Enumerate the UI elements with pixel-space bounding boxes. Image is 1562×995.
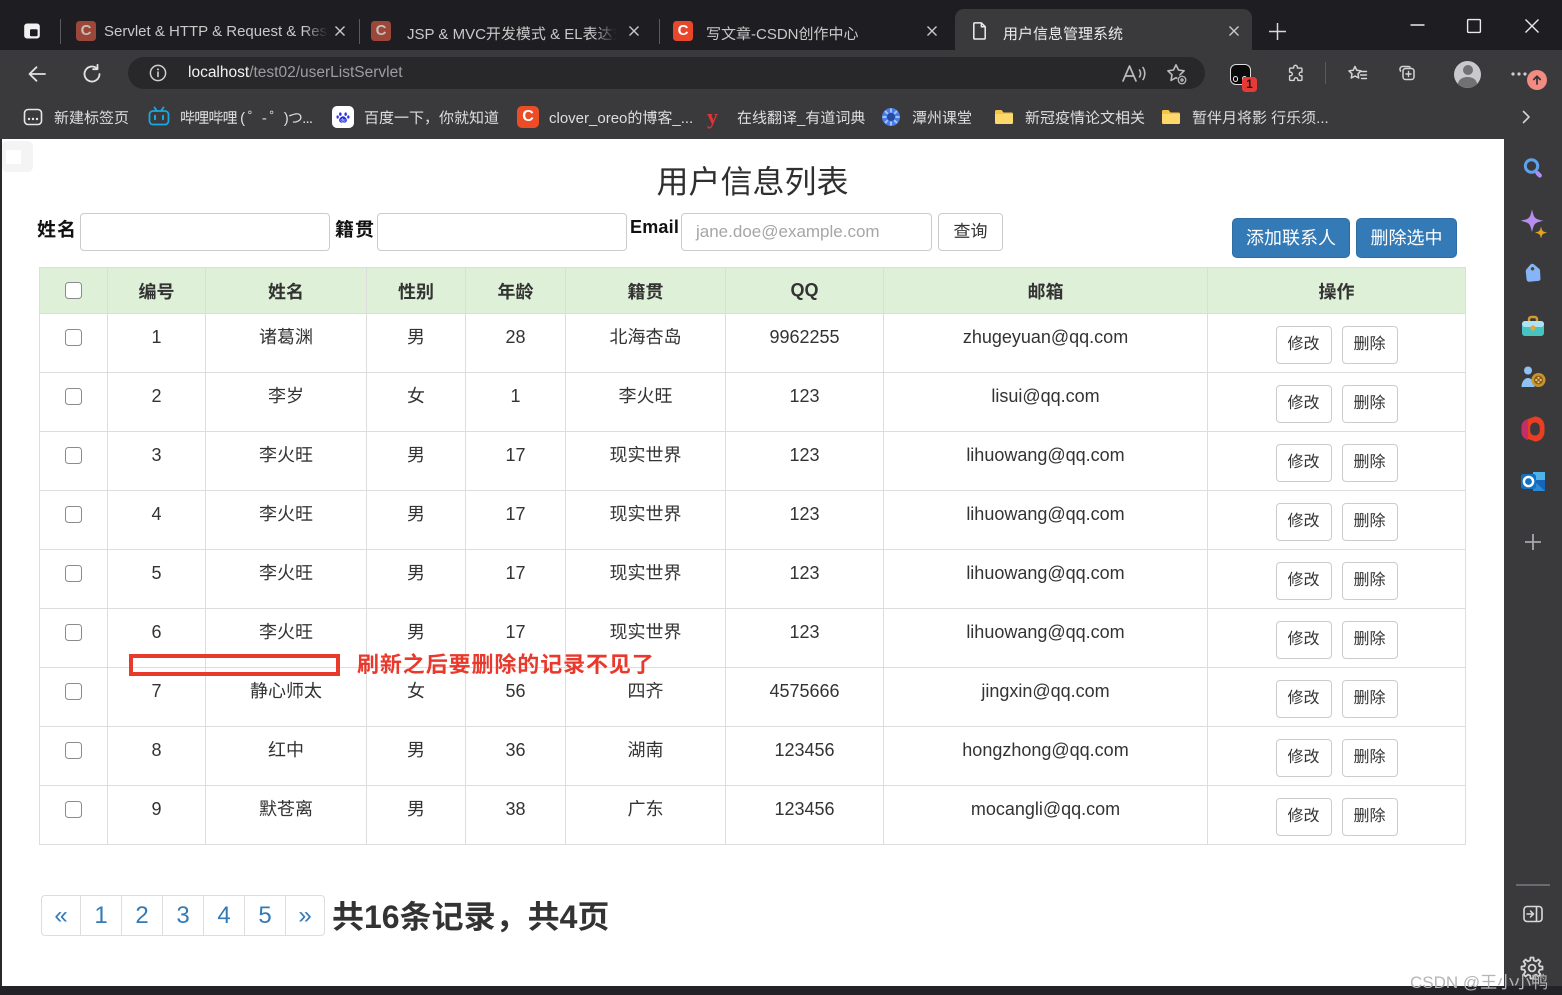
svg-text:du: du xyxy=(341,117,346,122)
